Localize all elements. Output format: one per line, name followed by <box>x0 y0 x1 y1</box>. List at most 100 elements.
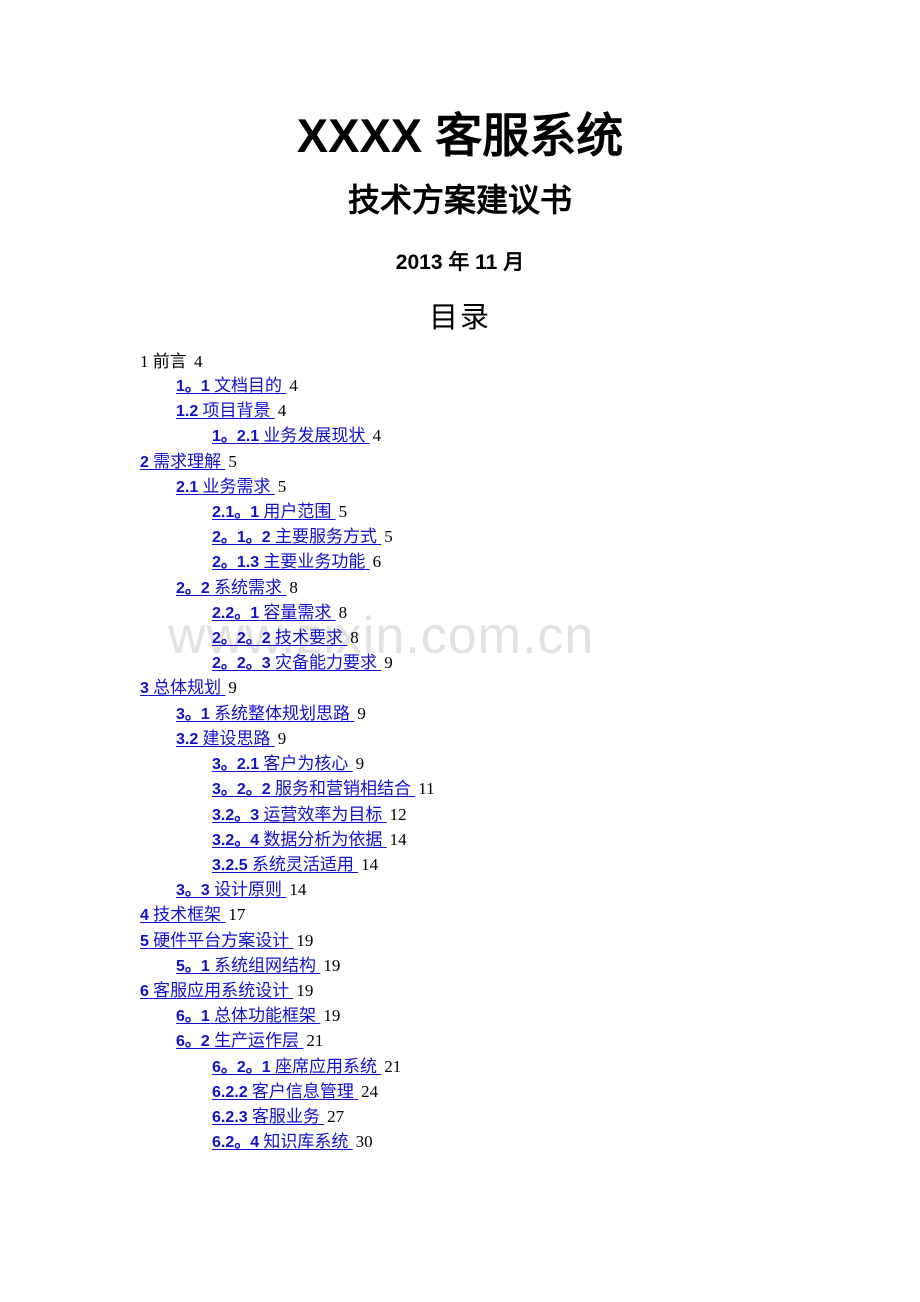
toc-link[interactable]: 6 客服应用系统设计 <box>140 981 293 1000</box>
toc-entry[interactable]: 3。2.1 客户为核心 9 <box>212 752 920 777</box>
toc-page-number: 14 <box>361 854 379 874</box>
toc-entry-number: 2。1。2 <box>212 529 271 547</box>
toc-entry[interactable]: 6。2。1 座席应用系统 21 <box>212 1055 920 1080</box>
toc-entry[interactable]: 1。1 文档目的 4 <box>176 374 920 399</box>
toc-entry-number: 2。2。3 <box>212 655 271 673</box>
toc-entry[interactable]: 3.2。3 运营效率为目标 12 <box>212 803 920 828</box>
toc-link[interactable]: 6。2 生产运作层 <box>176 1031 303 1050</box>
toc-entry[interactable]: 6.2.3 客服业务 27 <box>212 1105 920 1130</box>
toc-entry[interactable]: 2。2 系统需求 8 <box>176 576 920 601</box>
toc-entry[interactable]: 2。2。3 灾备能力要求 9 <box>212 651 920 676</box>
toc-entry[interactable]: 3.2.5 系统灵活适用 14 <box>212 853 920 878</box>
toc-page-number: 8 <box>350 628 359 648</box>
toc-page-number: 9 <box>228 678 237 698</box>
toc-link[interactable]: 3.2.5 系统灵活适用 <box>212 855 358 874</box>
toc-entry[interactable]: 5。1 系统组网结构 19 <box>176 954 920 979</box>
toc-link[interactable]: 3。2.1 客户为核心 <box>212 754 353 773</box>
toc-link[interactable]: 5 硬件平台方案设计 <box>140 931 293 950</box>
toc-page-number: 5 <box>384 527 393 547</box>
toc-page-number: 30 <box>355 1132 373 1152</box>
toc-link[interactable]: 2。2 系统需求 <box>176 578 286 597</box>
toc-link[interactable]: 2。2。3 灾备能力要求 <box>212 653 381 672</box>
toc-link[interactable]: 6。2。1 座席应用系统 <box>212 1057 381 1076</box>
toc-entry[interactable]: 6.2.2 客户信息管理 24 <box>212 1080 920 1105</box>
toc-page-number: 19 <box>323 955 341 975</box>
toc-entry-title: 系统灵活适用 <box>247 854 359 874</box>
toc-entry-title: 服务和营销相结合 <box>270 779 416 799</box>
toc-entry[interactable]: 2。1。2 主要服务方式 5 <box>212 525 920 550</box>
toc-entry[interactable]: 3 总体规划 9 <box>140 676 920 701</box>
toc-link[interactable]: 6.2.3 客服业务 <box>212 1107 324 1126</box>
toc-page-number: 19 <box>323 1006 341 1026</box>
toc-link[interactable]: 2。1。2 主要服务方式 <box>212 527 381 546</box>
toc-entry[interactable]: 3。3 设计原则 14 <box>176 878 920 903</box>
document-subtitle: 技术方案建议书 <box>347 182 572 219</box>
toc-link[interactable]: 3。2。2 服务和营销相结合 <box>212 779 415 798</box>
toc-entry[interactable]: 5 硬件平台方案设计 19 <box>140 929 920 954</box>
toc-entry-title: 灾备能力要求 <box>270 653 382 673</box>
toc-link[interactable]: 3.2。3 运营效率为目标 <box>212 805 387 824</box>
toc-entry[interactable]: 2.1。1 用户范围 5 <box>212 500 920 525</box>
toc-link[interactable]: 2 需求理解 <box>140 452 225 471</box>
toc-entry-number: 1。2.1 <box>212 428 260 446</box>
toc-link[interactable]: 3。1 系统整体规划思路 <box>176 704 354 723</box>
toc-entry-number: 1 <box>140 351 149 371</box>
toc-entry-number: 3 <box>140 680 149 698</box>
toc-entry[interactable]: 2.2。1 容量需求 8 <box>212 601 920 626</box>
toc-link[interactable]: 2。2。2 技术要求 <box>212 628 347 647</box>
toc-link[interactable]: 4 技术框架 <box>140 905 225 924</box>
toc-entry[interactable]: 4 技术框架 17 <box>140 903 920 928</box>
toc-entry[interactable]: 3.2 建设思路 9 <box>176 727 920 752</box>
toc-entry-number: 1。1 <box>176 378 210 396</box>
toc-page-number: 8 <box>338 602 348 622</box>
toc-entry-number: 2。1.3 <box>212 554 260 572</box>
toc-link[interactable]: 3.2。4 数据分析为依据 <box>212 830 387 849</box>
toc-link[interactable]: 2。1.3 主要业务功能 <box>212 552 370 571</box>
toc-page-number: 14 <box>289 880 307 900</box>
toc-entry-number: 2.1。1 <box>212 504 260 522</box>
toc-link[interactable]: 5。1 系统组网结构 <box>176 956 320 975</box>
toc-entry[interactable]: 2.1 业务需求 5 <box>176 475 920 500</box>
toc-link[interactable]: 2.1。1 用户范围 <box>212 502 336 521</box>
toc-entry[interactable]: 6.2。4 知识库系统 30 <box>212 1130 920 1155</box>
toc-entry-number: 3。1 <box>176 705 210 723</box>
toc-entry[interactable]: 2。1.3 主要业务功能 6 <box>212 550 920 575</box>
toc-link[interactable]: 6。1 总体功能框架 <box>176 1006 320 1025</box>
toc-entry-title: 设计原则 <box>209 880 287 900</box>
toc-entry-number: 2.2。1 <box>212 604 260 622</box>
toc-entry-title: 业务发展现状 <box>259 426 370 446</box>
toc-entry[interactable]: 2 需求理解 5 <box>140 450 920 475</box>
toc-entry-number: 3。3 <box>176 882 210 900</box>
toc-entry-title: 客户信息管理 <box>247 1081 359 1101</box>
toc-link[interactable]: 1。2.1 业务发展现状 <box>212 426 370 445</box>
toc-entry: 1 前言 4 <box>140 350 920 374</box>
toc-entry[interactable]: 6。2 生产运作层 21 <box>176 1029 920 1054</box>
toc-link[interactable]: 2.1 业务需求 <box>176 477 275 496</box>
toc-entry-number: 2 <box>140 453 149 471</box>
toc-link[interactable]: 3。3 设计原则 <box>176 880 286 899</box>
toc-link[interactable]: 3 总体规划 <box>140 678 225 697</box>
toc-link[interactable]: 3.2 建设思路 <box>176 729 275 748</box>
toc-link[interactable]: 6.2。4 知识库系统 <box>212 1132 353 1151</box>
document-page: www.zixin.com.cn XXXX 客服系统 技术方案建议书 2013 … <box>0 0 920 1302</box>
toc-link[interactable]: 1.2 项目背景 <box>176 401 275 420</box>
toc-entry[interactable]: 6。1 总体功能框架 19 <box>176 1004 920 1029</box>
toc-entry[interactable]: 1.2 项目背景 4 <box>176 399 920 424</box>
toc-entry[interactable]: 3。2。2 服务和营销相结合 11 <box>212 777 920 802</box>
toc-link[interactable]: 6.2.2 客户信息管理 <box>212 1082 358 1101</box>
toc-entry[interactable]: 1。2.1 业务发展现状 4 <box>212 424 920 449</box>
toc-entry[interactable]: 6 客服应用系统设计 19 <box>140 979 920 1004</box>
toc-entry-title: 业务需求 <box>198 476 275 496</box>
toc-entry[interactable]: 3.2。4 数据分析为依据 14 <box>212 828 920 853</box>
toc-entry[interactable]: 2。2。2 技术要求 8 <box>212 626 920 651</box>
toc-link[interactable]: 1。1 文档目的 <box>176 376 286 395</box>
toc-entry-title: 总体规划 <box>148 678 226 698</box>
toc-static-entry: 1 前言 <box>140 352 191 371</box>
toc-entry[interactable]: 3。1 系统整体规划思路 9 <box>176 702 920 727</box>
toc-entry-title: 运营效率为目标 <box>259 804 387 824</box>
toc-entry-number: 6.2。4 <box>212 1134 260 1152</box>
toc-link[interactable]: 2.2。1 容量需求 <box>212 603 336 622</box>
toc-entry-title: 客户为核心 <box>259 754 353 774</box>
toc-entry-number: 2。2。2 <box>212 630 271 648</box>
toc-page-number: 9 <box>384 653 393 673</box>
